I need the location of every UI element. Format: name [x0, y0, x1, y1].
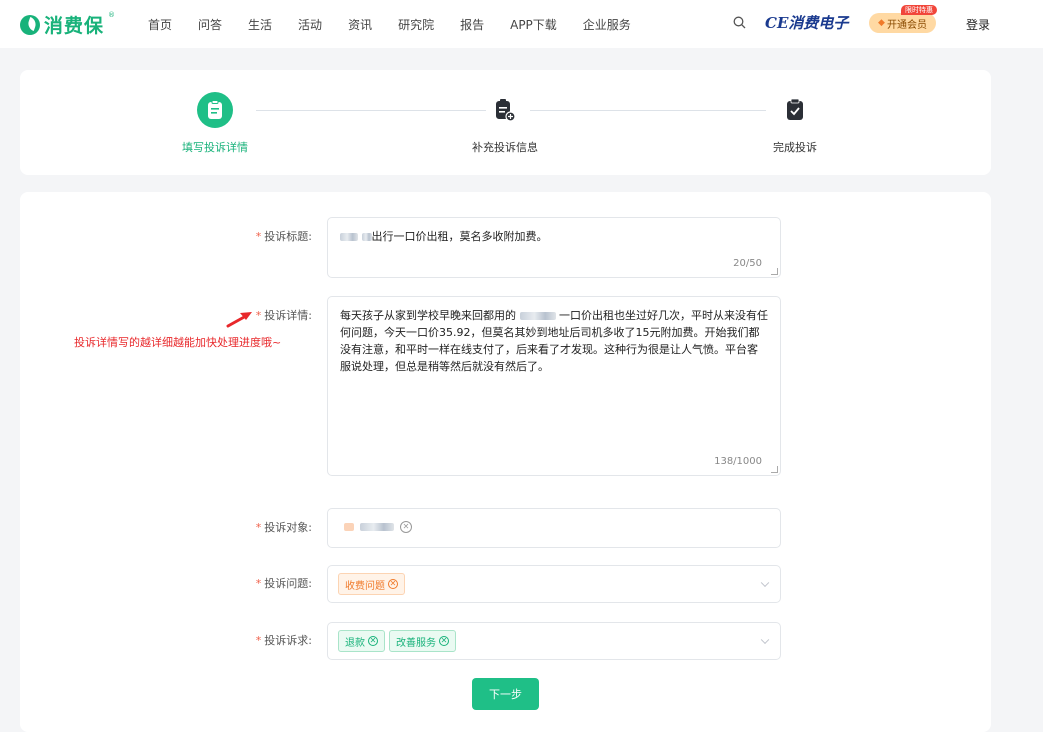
search-icon[interactable] — [733, 16, 746, 29]
title-value: 出行一口价出租，莫名多收附加费。 — [340, 228, 768, 245]
leaf-icon — [20, 14, 40, 35]
main-nav: 首页 问答 生活 活动 资讯 研究院 报告 APP下载 企业服务 — [148, 16, 657, 33]
demand-tags: 退款 ✕ 改善服务 ✕ — [338, 630, 460, 652]
issue-tag: 收费问题 ✕ — [338, 573, 405, 595]
nav-app-download[interactable]: APP下载 — [510, 16, 557, 33]
redacted-text — [340, 233, 358, 241]
target-chip: ✕ — [344, 521, 412, 533]
demand-tag: 改善服务 ✕ — [389, 630, 456, 652]
required-mark: * — [255, 309, 262, 322]
clipboard-add-icon — [487, 92, 523, 128]
issue-select[interactable]: 收费问题 ✕ — [327, 565, 781, 603]
progress-steps: 填写投诉详情 补充投诉信息 完成投诉 — [20, 70, 991, 175]
nav-institute[interactable]: 研究院 — [398, 16, 434, 33]
issue-label: * 投诉问题: — [255, 577, 312, 590]
step-supplement-info: 补充投诉信息 — [445, 92, 565, 155]
clipboard-check-icon — [777, 92, 813, 128]
nav-home[interactable]: 首页 — [148, 16, 172, 33]
step-label: 填写投诉详情 — [182, 141, 248, 154]
step-connector — [530, 110, 766, 111]
login-link[interactable]: 登录 — [966, 16, 990, 33]
demand-tag: 退款 ✕ — [338, 630, 385, 652]
step-fill-details: 填写投诉详情 — [155, 92, 275, 155]
nav-qa[interactable]: 问答 — [198, 16, 222, 33]
chevron-down-icon[interactable] — [760, 635, 770, 645]
remove-tag-icon[interactable]: ✕ — [368, 636, 378, 646]
redacted-text — [360, 523, 394, 531]
step-label: 补充投诉信息 — [472, 141, 538, 154]
required-mark: * — [255, 230, 262, 243]
demand-label: * 投诉诉求: — [255, 634, 312, 647]
company-logo-icon — [344, 523, 354, 531]
detail-value: 每天孩子从家到学校早晚来回都用的 一口价出租也坐过好几次，平时从来没有任何问题，… — [340, 309, 768, 373]
nav-report[interactable]: 报告 — [460, 16, 484, 33]
remove-tag-icon[interactable]: ✕ — [388, 579, 398, 589]
next-step-button[interactable]: 下一步 — [472, 678, 539, 710]
required-mark: * — [255, 521, 262, 534]
complaint-form: * 投诉标题: 出行一口价出租，莫名多收附加费。 20/50 * 投诉详情: 每天孩… — [20, 192, 991, 732]
nav-enterprise[interactable]: 企业服务 — [583, 16, 631, 33]
site-logo[interactable]: 消费保 ® — [20, 11, 115, 38]
issue-tags: 收费问题 ✕ — [338, 573, 409, 595]
detail-textarea[interactable]: 每天孩子从家到学校早晚来回都用的 一口价出租也坐过好几次，平时从来没有任何问题，… — [327, 296, 781, 476]
diamond-icon: ◆ — [878, 18, 885, 28]
top-header: 消费保 ® 首页 问答 生活 活动 资讯 研究院 报告 APP下载 企业服务 C… — [0, 0, 1043, 48]
vip-label: 开通会员 — [886, 19, 927, 31]
vip-promo-badge: 限时特惠 — [901, 5, 937, 15]
document-icon — [197, 92, 233, 128]
required-mark: * — [255, 577, 262, 590]
char-counter: 138/1000 — [714, 456, 762, 467]
step-complete: 完成投诉 — [735, 92, 855, 155]
title-textarea[interactable]: 出行一口价出租，莫名多收附加费。 20/50 — [327, 217, 781, 278]
nav-news[interactable]: 资讯 — [348, 16, 372, 33]
char-counter: 20/50 — [733, 258, 762, 269]
target-field[interactable]: ✕ — [327, 508, 781, 548]
redacted-text — [519, 312, 556, 320]
chevron-down-icon[interactable] — [760, 578, 770, 588]
remove-tag-icon[interactable]: ✕ — [439, 636, 449, 646]
title-label: * 投诉标题: — [255, 230, 312, 243]
resize-handle[interactable] — [771, 466, 778, 473]
ce-brand-logo[interactable]: CE消费电子 — [765, 12, 848, 33]
detail-tip: 投诉详情写的越详细越能加快处理进度哦~ — [74, 336, 282, 349]
logo-text: 消费保 — [44, 15, 105, 37]
clear-icon[interactable]: ✕ — [400, 521, 412, 533]
nav-life[interactable]: 生活 — [248, 16, 272, 33]
demand-select[interactable]: 退款 ✕ 改善服务 ✕ — [327, 622, 781, 660]
target-label: * 投诉对象: — [255, 521, 312, 534]
required-mark: * — [255, 634, 262, 647]
step-label: 完成投诉 — [773, 141, 817, 154]
registered-mark: ® — [108, 11, 116, 19]
resize-handle[interactable] — [771, 268, 778, 275]
red-arrow-icon — [226, 312, 252, 328]
redacted-text — [361, 233, 372, 241]
nav-activity[interactable]: 活动 — [298, 16, 322, 33]
vip-button[interactable]: ◆ 开通会员 — [869, 13, 936, 33]
